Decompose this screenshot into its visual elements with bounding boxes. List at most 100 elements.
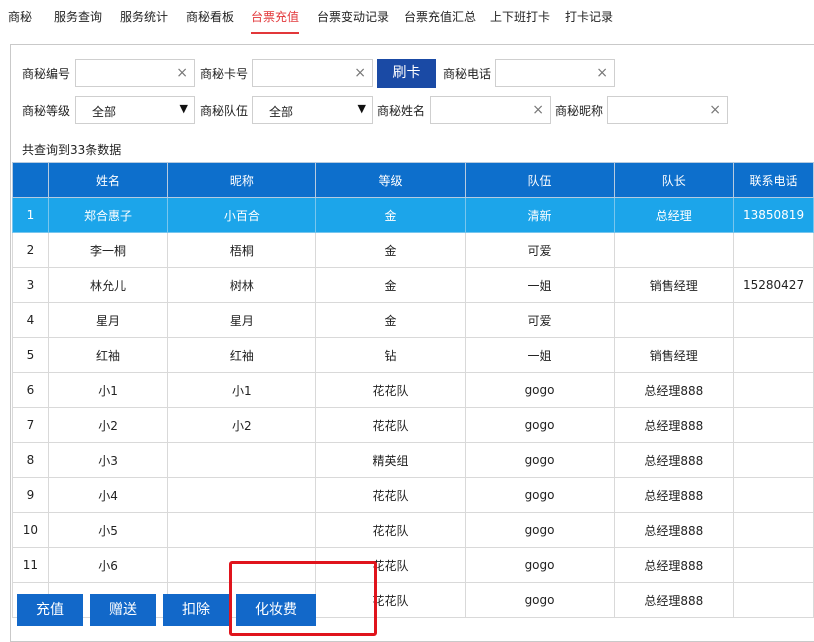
cell-level: 花花队 [315, 407, 466, 443]
secretary-no-input[interactable] [80, 64, 170, 82]
cell-team: gogo [464, 582, 615, 618]
cell-team: gogo [464, 477, 615, 513]
card-no-label: 商秘卡号 [200, 67, 249, 81]
cell-name: 星月 [47, 302, 169, 338]
table-row[interactable]: 9 小4 花花队 gogo 总经理888 [12, 477, 814, 513]
cell-level: 精英组 [315, 442, 466, 478]
table-row[interactable]: 3 林允儿 树林金一姐 销售经理 15280427 [12, 267, 814, 303]
level-select[interactable]: 全部 ▼ [75, 96, 195, 124]
cosmetics-fee-button[interactable]: 化妆费 [236, 594, 316, 626]
card-no-input[interactable] [257, 64, 348, 82]
table-row[interactable]: 8 小3 精英组 gogo 总经理888 [12, 442, 814, 478]
cell-team: 清新 [464, 197, 615, 233]
table-row[interactable]: 5 红袖 红袖钻一姐 销售经理 [12, 337, 814, 373]
table-row[interactable]: 4 星月 星月金可爱 [12, 302, 814, 338]
cell-nickname: 梧桐 [167, 232, 317, 268]
tab-dashboard[interactable]: 商秘看板 [186, 0, 234, 34]
cell-team: gogo [464, 547, 615, 583]
cell-level: 花花队 [315, 547, 466, 583]
secretary-no-field[interactable]: × [75, 59, 195, 87]
cell-index: 5 [12, 337, 49, 373]
table-row[interactable]: 7 小2 小2 花花队 gogo 总经理888 [12, 407, 814, 443]
tab-clock-in[interactable]: 上下班打卡 [490, 0, 550, 34]
swipe-card-button[interactable]: 刷卡 [377, 59, 436, 88]
phone-input[interactable] [500, 64, 590, 82]
table-row[interactable]: 10 小5 花花队 gogo 总经理888 [12, 512, 814, 548]
clear-icon[interactable]: × [354, 65, 366, 81]
tab-recharge-summary[interactable]: 台票充值汇总 [404, 0, 476, 34]
cell-phone [733, 477, 814, 513]
clear-icon[interactable]: × [176, 65, 188, 81]
cell-team: 一姐 [464, 337, 615, 373]
col-header-team[interactable]: 队伍 [464, 162, 615, 198]
cell-index: 10 [12, 512, 49, 548]
cell-captain: 总经理888 [613, 372, 735, 408]
cell-level: 金 [315, 232, 466, 268]
tab-ticket-recharge[interactable]: 台票充值 [251, 0, 300, 34]
cell-captain: 总经理888 [613, 477, 735, 513]
table-header-row: 姓名 昵称 等级 队伍 队长 联系电话 [12, 162, 814, 198]
nickname-label: 商秘昵称 [555, 104, 604, 118]
phone-label: 商秘电话 [443, 67, 492, 81]
cell-level: 花花队 [315, 582, 466, 618]
table-row[interactable]: 11 小6 花花队 gogo 总经理888 [12, 547, 814, 583]
team-label: 商秘队伍 [200, 104, 249, 118]
col-header-level[interactable]: 等级 [315, 162, 466, 198]
cell-name: 小2 [47, 407, 169, 443]
gift-button[interactable]: 赠送 [90, 594, 156, 626]
clear-icon[interactable]: × [709, 102, 721, 118]
cell-index: 4 [12, 302, 49, 338]
cell-captain: 总经理888 [613, 407, 735, 443]
nickname-input[interactable] [612, 101, 703, 119]
team-select[interactable]: 全部 ▼ [252, 96, 373, 124]
col-header-nickname[interactable]: 昵称 [167, 162, 317, 198]
name-input[interactable] [435, 101, 526, 119]
clear-icon[interactable]: × [596, 65, 608, 81]
clear-icon[interactable]: × [532, 102, 544, 118]
cell-phone [733, 302, 814, 338]
cell-name: 红袖 [47, 337, 169, 373]
deduct-button[interactable]: 扣除 [163, 594, 229, 626]
cell-phone [733, 512, 814, 548]
cell-team: gogo [464, 512, 615, 548]
cell-captain: 销售经理 [613, 267, 735, 303]
col-header-captain[interactable]: 队长 [613, 162, 735, 198]
nickname-field[interactable]: × [607, 96, 728, 124]
cell-team: 可爱 [464, 232, 615, 268]
cell-name: 林允儿 [47, 267, 169, 303]
cell-nickname [167, 512, 317, 548]
tab-clock-records[interactable]: 打卡记录 [565, 0, 613, 34]
cell-index: 6 [12, 372, 49, 408]
tab-service-stats[interactable]: 服务统计 [120, 0, 168, 34]
cell-level: 金 [315, 302, 466, 338]
cell-name: 小1 [47, 372, 169, 408]
tab-shangmi[interactable]: 商秘 [8, 0, 32, 34]
result-count: 共查询到33条数据 [22, 143, 122, 157]
card-no-field[interactable]: × [252, 59, 373, 87]
cell-index: 3 [12, 267, 49, 303]
team-select-value: 全部 [269, 105, 294, 119]
col-header-phone[interactable]: 联系电话 [733, 162, 814, 198]
cell-nickname [167, 547, 317, 583]
cell-level: 金 [315, 267, 466, 303]
recharge-button[interactable]: 充值 [17, 594, 83, 626]
tab-ticket-change-log[interactable]: 台票变动记录 [317, 0, 389, 34]
cell-captain: 总经理 [613, 197, 735, 233]
col-header-index[interactable] [12, 162, 49, 198]
cell-name: 小4 [47, 477, 169, 513]
table-row[interactable]: 1 郑合惠子 小百合金清新 总经理 13850819 [12, 197, 814, 233]
cell-nickname [167, 477, 317, 513]
table-row[interactable]: 6 小1 小1 花花队 gogo 总经理888 [12, 372, 814, 408]
cell-phone [733, 407, 814, 443]
phone-field[interactable]: × [495, 59, 615, 87]
cell-team: gogo [464, 442, 615, 478]
table-row[interactable]: 2 李一桐 梧桐金可爱 [12, 232, 814, 268]
tab-service-query[interactable]: 服务查询 [54, 0, 102, 34]
cell-nickname: 红袖 [167, 337, 317, 373]
cell-captain: 总经理888 [613, 442, 735, 478]
col-header-name[interactable]: 姓名 [47, 162, 169, 198]
name-field[interactable]: × [430, 96, 551, 124]
cell-level: 花花队 [315, 512, 466, 548]
cell-captain: 总经理888 [613, 512, 735, 548]
cell-captain [613, 302, 735, 338]
